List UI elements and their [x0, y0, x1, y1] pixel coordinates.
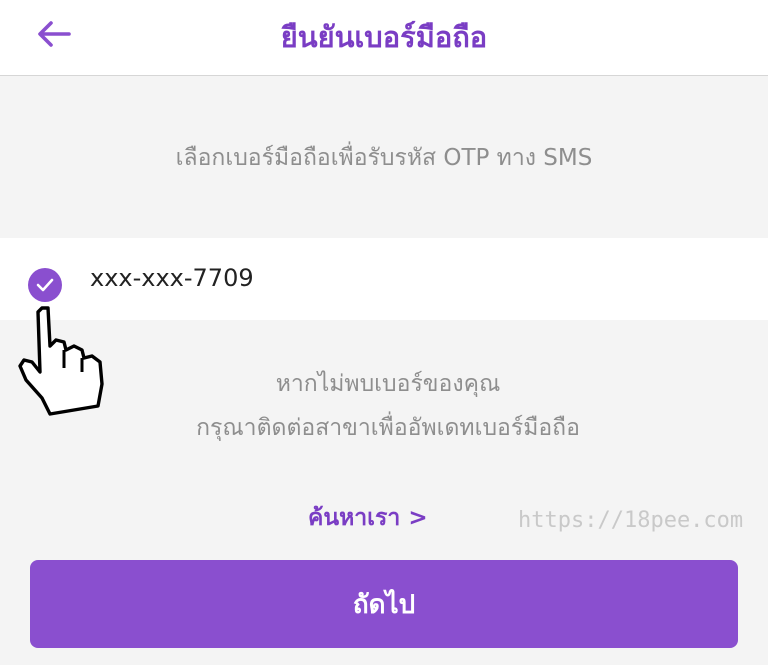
- not-found-line-2: กรุณาติดต่อสาขาเพื่ออัพเดทเบอร์มือถือ: [196, 415, 580, 441]
- not-found-message: หากไม่พบเบอร์ของคุณ กรุณาติดต่อสาขาเพื่อ…: [0, 362, 768, 450]
- next-button[interactable]: ถัดไป: [30, 560, 738, 648]
- watermark-text: https://18pee.com: [518, 508, 744, 533]
- find-us-link[interactable]: ค้นหาเรา >: [308, 500, 428, 536]
- not-found-line-1: หากไม่พบเบอร์ของคุณ: [275, 371, 501, 397]
- page-title: ยืนยันเบอร์มือถือ: [280, 20, 488, 54]
- app-header: ยืนยันเบอร์มือถือ: [0, 0, 768, 76]
- phone-number-label: xxx-xxx-7709: [90, 264, 254, 292]
- checkmark-circle-icon[interactable]: [28, 268, 62, 302]
- otp-instruction-text: เลือกเบอร์มือถือเพื่อรับรหัส OTP ทาง SMS: [175, 145, 593, 171]
